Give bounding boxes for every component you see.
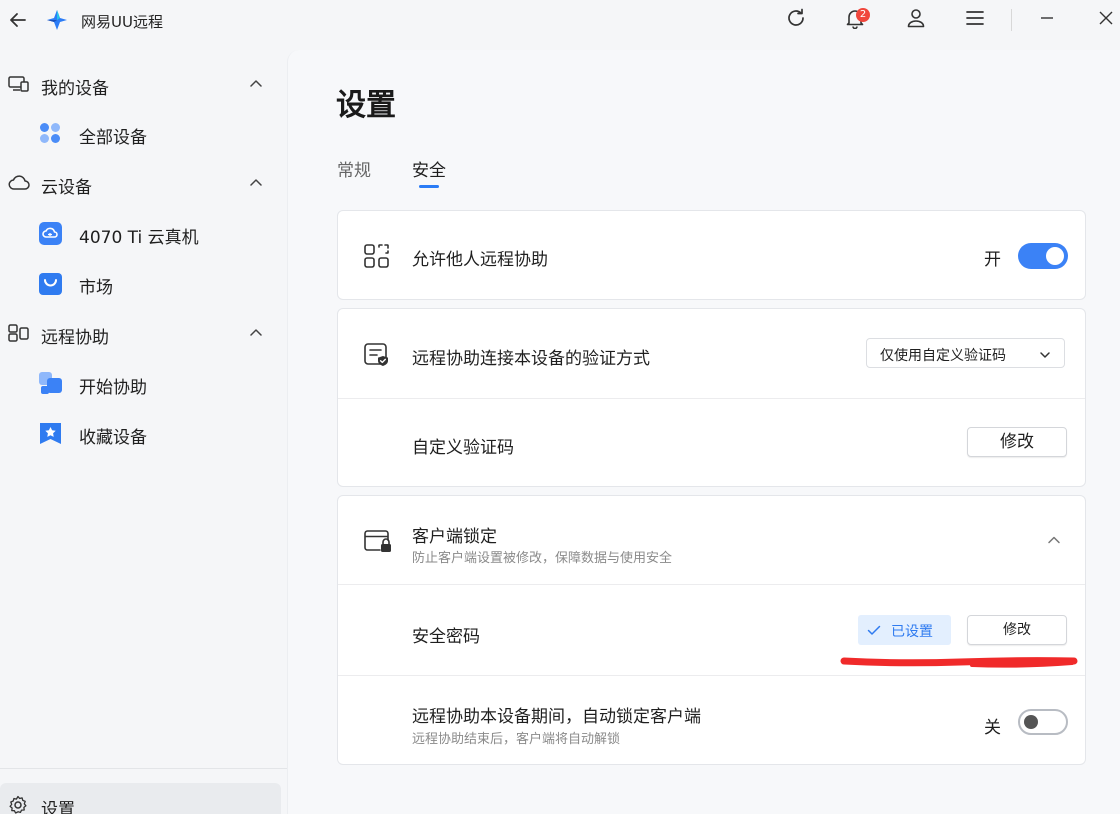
sidebar-group-cloud-devices[interactable]: 云设备	[0, 163, 287, 203]
modify-password-button[interactable]: 修改	[967, 615, 1067, 645]
active-tab-indicator	[419, 185, 439, 188]
four-dots-icon	[38, 121, 63, 146]
toggle-knob	[1024, 715, 1038, 729]
shopping-bag-icon	[38, 271, 63, 296]
allow-assist-card: 允许他人远程协助 开	[337, 210, 1086, 300]
hamburger-menu-icon	[964, 7, 986, 33]
auto-lock-label: 远程协助本设备期间，自动锁定客户端	[412, 707, 701, 727]
client-lock-title: 客户端锁定	[412, 527, 497, 547]
auto-lock-subtitle: 远程协助结束后，客户端将自动解锁	[412, 732, 621, 747]
start-assist-icon	[38, 371, 63, 396]
account-button[interactable]	[902, 6, 930, 34]
allow-assist-toggle[interactable]	[1018, 243, 1068, 269]
row-divider	[338, 584, 1085, 585]
close-button[interactable]	[1092, 6, 1120, 34]
check-icon	[866, 622, 882, 638]
chevron-up-icon[interactable]	[248, 175, 264, 191]
row-divider	[338, 675, 1085, 676]
sidebar: 我的设备 全部设备 云设备 4070 Ti 云真机 市场 远程协助 开始协助 收…	[0, 50, 287, 814]
security-password-label: 安全密码	[412, 627, 480, 647]
sidebar-item-label: 市场	[79, 278, 113, 298]
sidebar-item-label: 4070 Ti 云真机	[79, 228, 199, 248]
verification-method-label: 远程协助连接本设备的验证方式	[412, 349, 650, 369]
user-icon	[905, 7, 927, 33]
titlebar-separator	[1011, 9, 1012, 31]
sidebar-item-start-assist[interactable]: 开始协助	[0, 363, 287, 403]
menu-button[interactable]	[961, 6, 989, 34]
client-lock-subtitle: 防止客户端设置被修改，保障数据与使用安全	[412, 551, 673, 566]
tab-security[interactable]: 安全	[412, 156, 446, 181]
scan-frame-icon	[362, 241, 392, 271]
minimize-button[interactable]	[1033, 6, 1061, 34]
main-panel: 设置 常规 安全 允许他人远程协助 开 远程协助连接本设备的验证方式 仅使用自定…	[287, 50, 1120, 814]
modify-custom-code-button[interactable]: 修改	[967, 427, 1067, 457]
verification-card: 远程协助连接本设备的验证方式 仅使用自定义验证码 自定义验证码 修改	[337, 308, 1086, 487]
sidebar-group-label: 远程协助	[41, 328, 109, 348]
toggle-knob	[1046, 247, 1064, 265]
sidebar-group-my-devices[interactable]: 我的设备	[0, 64, 287, 104]
sidebar-group-label: 云设备	[41, 178, 92, 198]
sidebar-item-label: 开始协助	[79, 378, 147, 398]
chevron-up-icon[interactable]	[248, 325, 264, 341]
auto-lock-state: 关	[984, 718, 1001, 738]
verification-method-select[interactable]: 仅使用自定义验证码	[866, 338, 1065, 368]
password-status-badge: 已设置	[858, 615, 951, 645]
custom-code-label: 自定义验证码	[412, 438, 514, 458]
chevron-down-icon	[1038, 347, 1052, 361]
allow-assist-label: 允许他人远程协助	[412, 250, 548, 270]
chevron-up-icon[interactable]	[248, 76, 264, 92]
title-bar: 网易UU远程 2	[0, 0, 1120, 40]
locked-card-icon	[362, 526, 392, 556]
sidebar-item-label: 收藏设备	[79, 428, 147, 448]
sidebar-item-market[interactable]: 市场	[0, 263, 287, 303]
remote-assist-icon	[8, 324, 30, 342]
bookmark-star-icon	[38, 421, 63, 446]
sidebar-item-all-devices[interactable]: 全部设备	[0, 113, 287, 153]
row-divider	[338, 398, 1085, 399]
cloud-icon	[8, 174, 30, 192]
sidebar-group-label: 我的设备	[41, 79, 109, 99]
sidebar-item-favorite-devices[interactable]: 收藏设备	[0, 413, 287, 453]
chevron-up-icon[interactable]	[1046, 532, 1062, 548]
allow-assist-state: 开	[984, 250, 1001, 270]
app-title: 网易UU远程	[81, 13, 163, 31]
select-value: 仅使用自定义验证码	[880, 348, 1006, 364]
page-title: 设置	[336, 88, 396, 123]
tab-general[interactable]: 常规	[337, 156, 371, 181]
verified-document-icon	[362, 340, 392, 370]
app-logo-icon	[46, 9, 68, 31]
cloud-device-icon	[38, 221, 63, 246]
gear-icon	[8, 795, 28, 814]
back-arrow-icon[interactable]	[6, 8, 30, 32]
client-lock-card: 客户端锁定 防止客户端设置被修改，保障数据与使用安全 安全密码 已设置 修改 远…	[337, 495, 1086, 765]
sidebar-group-remote-assist[interactable]: 远程协助	[0, 313, 287, 353]
notification-button[interactable]: 2	[841, 6, 870, 34]
password-status-text: 已设置	[891, 624, 933, 640]
refresh-icon	[785, 7, 807, 33]
sidebar-divider	[0, 768, 287, 769]
sidebar-item-settings[interactable]: 设置	[0, 783, 281, 814]
notification-badge: 2	[856, 8, 870, 22]
sidebar-item-label: 全部设备	[79, 128, 147, 148]
auto-lock-toggle[interactable]	[1018, 709, 1068, 735]
close-icon	[1098, 10, 1114, 30]
app-window: 网易UU远程 2 我的设备 全部设备 云设备 4070 Ti 云真机 市场 远程…	[0, 0, 1120, 814]
monitor-phone-icon	[8, 75, 30, 93]
sidebar-item-label: 设置	[41, 800, 75, 814]
refresh-button[interactable]	[782, 6, 810, 34]
sidebar-item-cloud-phone[interactable]: 4070 Ti 云真机	[0, 213, 287, 253]
minimize-icon	[1039, 10, 1055, 30]
